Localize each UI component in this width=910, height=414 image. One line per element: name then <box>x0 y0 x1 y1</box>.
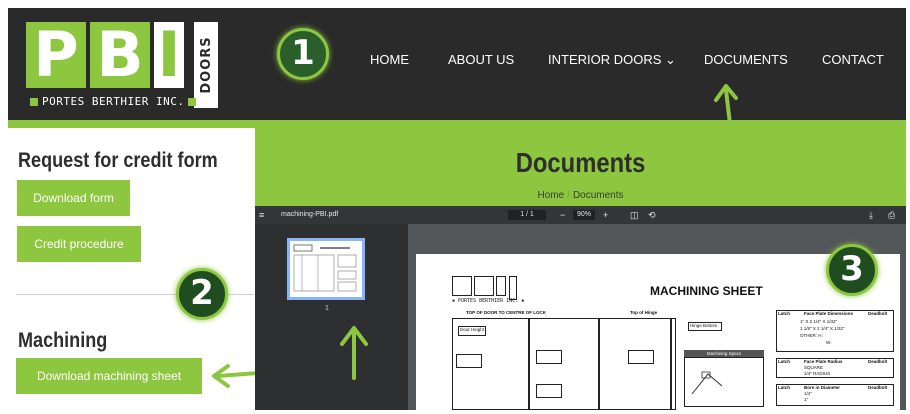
page-title: Documents <box>515 147 646 178</box>
table1-row: W: <box>826 340 832 345</box>
pdf-toolbar: ≡ machining-PBI.pdf 1 / 1 − 90% + ◫ ⟲ ⤓ … <box>255 206 906 224</box>
arrow-up-icon <box>340 326 368 380</box>
table1-head-dimensions: Face Plate Dimensions <box>804 311 854 316</box>
sheet-logo: ▪ PORTES BERTHIER INC. ▪ <box>452 276 536 306</box>
table2-row: 1/4" RADIUS <box>804 371 831 376</box>
breadcrumb-home[interactable]: Home <box>537 190 564 201</box>
rotate-icon[interactable]: ⟲ <box>648 206 656 224</box>
sheet-label-door-height: Door Height <box>460 327 485 332</box>
thumbnail-page-number: 1 <box>325 305 329 312</box>
fit-page-icon[interactable]: ◫ <box>630 206 639 224</box>
table1-head-deadbolt: Deadbolt <box>868 311 888 316</box>
breadcrumb-current: Documents <box>572 190 624 201</box>
sheet-label-hinge-bottom: Hinge Bottom <box>690 323 718 328</box>
nav-about-us[interactable]: ABOUT US <box>448 50 514 70</box>
logo-letter-p: P <box>26 22 86 88</box>
download-form-button[interactable]: Download form <box>17 180 130 216</box>
breadcrumb-separator: / <box>567 190 570 201</box>
table1-row: OTHER: H: <box>800 333 823 338</box>
page-number-field[interactable]: 1 / 1 <box>508 210 546 220</box>
table1-head-latch: Latch <box>778 311 791 316</box>
logo-doors-tag: DOORS <box>194 22 218 108</box>
table3-head-deadbolt: Deadbolt <box>868 385 888 390</box>
print-icon[interactable]: ⎙ <box>888 206 895 224</box>
download-machining-sheet-button[interactable]: Download machining sheet <box>16 358 202 394</box>
credit-procedure-button[interactable]: Credit procedure <box>17 226 141 262</box>
page-banner: Documents Home / Documents <box>255 120 906 206</box>
logo-letter-i: I <box>154 22 184 88</box>
credit-form-heading: Request for credit form <box>18 149 218 172</box>
sheet-label-top-hinge: Top of Hinge <box>630 310 658 315</box>
step-badge-3: 3 <box>826 244 878 296</box>
logo-letter-b: B <box>90 22 150 88</box>
table1-row: 1 1/8" X 2 1/4" X 1/32" <box>800 326 845 331</box>
sheet-label-top-lock: TOP OF DOOR TO CENTRE OF LOCK <box>466 310 547 315</box>
machining-sheet-title: MACHINING SHEET <box>650 284 763 298</box>
table1-row: 1" X 2 1/4" X 1/32" <box>800 319 838 324</box>
breadcrumb: Home / Documents <box>255 190 906 202</box>
pdf-thumbnail-sidebar: 1 <box>255 224 408 410</box>
zoom-out-button[interactable]: − <box>560 206 565 224</box>
sheet-label-machining-specs: Machining Specs <box>684 350 764 357</box>
step-badge-2: 2 <box>176 268 228 320</box>
sheet-logo-subtitle: ▪ PORTES BERTHIER INC. ▪ <box>452 298 525 304</box>
hinge-sketch-icon <box>691 371 723 395</box>
zoom-in-button[interactable]: + <box>603 206 608 224</box>
banner-left-strip <box>8 120 255 128</box>
nav-interior-doors[interactable]: INTERIOR DOORS ⌄ <box>548 50 676 70</box>
nav-home[interactable]: HOME <box>370 50 409 70</box>
menu-icon[interactable]: ≡ <box>259 206 264 224</box>
pdf-document-view[interactable]: ▪ PORTES BERTHIER INC. ▪ MACHINING SHEET… <box>408 224 906 410</box>
page-thumbnail[interactable] <box>287 238 365 300</box>
pdf-filename: machining-PBI.pdf <box>281 211 339 218</box>
table2-head-latch: Latch <box>778 359 791 364</box>
table3-row: 1" <box>804 397 809 402</box>
logo-subtitle: PORTES BERTHIER INC. <box>26 94 192 110</box>
table2-head-deadbolt: Deadbolt <box>868 359 888 364</box>
download-icon[interactable]: ⤓ <box>869 206 873 224</box>
nav-documents[interactable]: DOCUMENTS <box>704 50 788 70</box>
step-badge-1: 1 <box>277 28 329 80</box>
machining-heading: Machining <box>18 329 108 352</box>
nav-contact[interactable]: CONTACT <box>822 50 884 70</box>
thumbnail-preview <box>293 244 357 292</box>
table3-head-latch: Latch <box>778 385 791 390</box>
zoom-field[interactable]: 90% <box>573 210 595 220</box>
pbi-doors-logo[interactable]: P B I DOORS PORTES BERTHIER INC. <box>26 22 231 112</box>
